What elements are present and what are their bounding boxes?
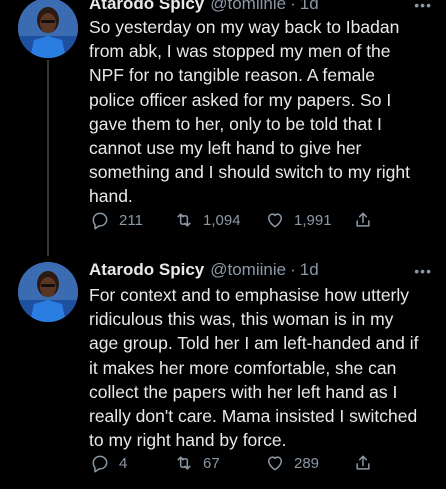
heart-icon: [268, 213, 282, 228]
tweet-actions: 4 67 289: [89, 451, 389, 475]
retweet-icon: [177, 213, 191, 227]
timestamp[interactable]: 1d: [300, 0, 319, 14]
more-options-icon[interactable]: •••: [414, 263, 432, 279]
thread-line: [47, 60, 49, 256]
tweet-header: Atarodo Spicy @tomiinie · 1d: [89, 259, 432, 281]
display-name[interactable]: Atarodo Spicy: [89, 0, 204, 14]
handle[interactable]: @tomiinie: [210, 260, 286, 280]
reply-button[interactable]: 4: [90, 453, 127, 473]
reply-icon: [92, 212, 108, 230]
share-icon: [356, 455, 370, 470]
avatar[interactable]: [18, 0, 78, 58]
like-count: 1,991: [294, 211, 332, 229]
share-button[interactable]: [353, 210, 373, 230]
retweet-count: 1,094: [203, 211, 241, 229]
retweet-icon: [177, 456, 191, 470]
separator: ·: [290, 260, 296, 279]
reply-icon: [92, 455, 108, 473]
reply-button[interactable]: 211: [90, 210, 143, 230]
separator: ·: [290, 0, 296, 13]
tweet-header: Atarodo Spicy @tomiinie · 1d: [89, 0, 432, 15]
avatar[interactable]: [18, 262, 78, 322]
reply-count: 4: [119, 454, 128, 472]
heart-icon: [268, 456, 282, 471]
display-name[interactable]: Atarodo Spicy: [89, 260, 204, 280]
timestamp[interactable]: 1d: [300, 260, 319, 280]
like-count: 289: [294, 454, 320, 472]
handle[interactable]: @tomiinie: [210, 0, 286, 14]
like-button[interactable]: 1,991: [265, 210, 332, 230]
retweet-count: 67: [203, 454, 220, 472]
share-button[interactable]: [353, 453, 373, 473]
tweet-text: So yesterday on my way back to Ibadan fr…: [89, 17, 410, 207]
retweet-button[interactable]: 67: [174, 453, 220, 473]
retweet-button[interactable]: 1,094: [174, 210, 241, 230]
share-icon: [356, 212, 370, 227]
reply-count: 211: [119, 211, 143, 229]
like-button[interactable]: 289: [265, 453, 319, 473]
more-options-icon[interactable]: •••: [414, 0, 432, 13]
tweet-text: For context and to emphasise how utterly…: [89, 285, 419, 451]
tweet-actions: 211 1,094 1,991: [89, 208, 389, 232]
